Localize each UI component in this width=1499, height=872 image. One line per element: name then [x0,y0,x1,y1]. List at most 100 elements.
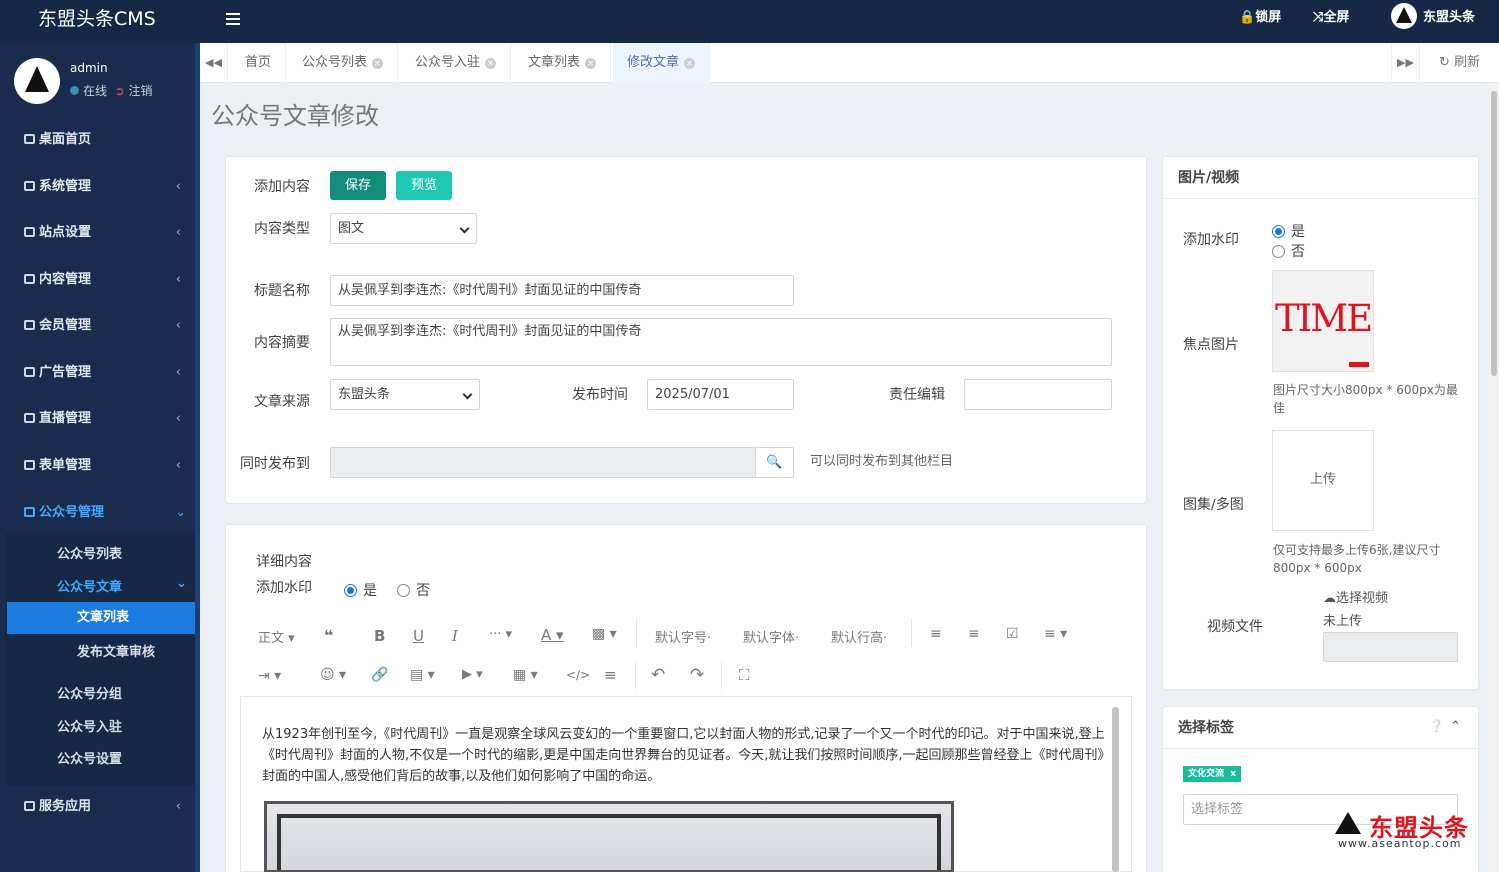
cloud-upload-icon: ☁ [1323,591,1336,606]
focus-image-thumbnail[interactable]: TIME [1272,270,1374,372]
sidebar-sub-account-join[interactable]: 公众号入驻 [57,716,122,735]
editor-scrollbar[interactable] [1112,707,1119,872]
summary-textarea[interactable]: 从吴佩孚到李连杰:《时代周刊》封面见证的中国传奇 [330,318,1112,366]
line-height-dropdown[interactable]: 默认行高· [831,627,887,646]
collapse-icon[interactable]: ⌃ [1450,719,1461,734]
fullscreen-button[interactable]: ⤨全屏 [1313,0,1349,43]
fullscreen-icon[interactable]: ⛶ [739,666,750,684]
todo-list-icon[interactable]: ☑ [1006,626,1019,642]
more-icon[interactable]: ··· ▾ [489,627,512,642]
sidebar-sub-account-articles[interactable]: 公众号文章 [57,576,122,595]
sidebar-item-members[interactable]: 会员管理 ‹ [0,313,195,339]
watermark-no-radio[interactable]: 否 [397,580,430,600]
title-label: 标题名称 [254,283,310,299]
tab-account-join[interactable]: 公众号入驻 ✕ [401,43,512,83]
undo-icon[interactable]: ↶ [651,665,665,685]
sidebar-item-content[interactable]: 内容管理 ‹ [0,267,195,293]
app-title[interactable]: 东盟头条CMS [0,0,200,43]
sidebar-item-forms[interactable]: 表单管理 ‹ [0,453,195,479]
sidebar-toggle-icon[interactable] [226,10,240,30]
underline-icon[interactable]: U [413,627,424,645]
video-camera-icon [24,413,35,423]
source-select[interactable]: 东盟头条 [330,379,480,410]
sidebar-sub-account-groups[interactable]: 公众号分组 [57,683,122,702]
bold-icon[interactable]: B [374,627,385,645]
emoji-icon[interactable]: ☺ ▾ [320,667,346,683]
media-watermark-no-radio[interactable]: 否 [1272,241,1305,261]
sidebar-sub-account-settings[interactable]: 公众号设置 [57,748,122,767]
tab-article-list[interactable]: 文章列表 ✕ [514,43,612,83]
sidebar-item-live[interactable]: 直播管理 ‹ [0,406,195,432]
publish-to-input[interactable] [330,447,756,478]
close-icon[interactable]: ✕ [585,58,597,69]
help-icon[interactable]: ❔ [1429,719,1444,733]
tab-account-list[interactable]: 公众号列表 ✕ [288,43,399,83]
tab-scroll-left-icon[interactable]: ◀◀ [200,43,228,83]
link-icon[interactable]: 🔗 [371,667,388,683]
italic-icon[interactable]: I [452,627,458,645]
media-watermark-label: 添加水印 [1183,232,1239,248]
tab-scroll-right-icon[interactable]: ▶▶ [1391,43,1419,83]
font-color-icon[interactable]: A ▾ [541,626,564,644]
sidebar-item-services[interactable]: 服务应用 ‹ [0,794,195,820]
logout-link[interactable]: 注销 [129,84,153,98]
page-scrollbar[interactable] [1489,83,1499,872]
publish-time-input[interactable]: 2025/07/01 [647,379,794,410]
chevron-left-icon: ‹ [175,225,181,240]
editor-body-text[interactable]: 从1923年创刊至今,《时代周刊》一直是观察全球风云变幻的一个重要窗口,它以封面… [262,724,1112,787]
close-icon[interactable]: ✕ [372,58,384,69]
list-icon [24,801,35,811]
rich-text-editor[interactable]: 从1923年创刊至今,《时代周刊》一直是观察全球风云变幻的一个重要窗口,它以封面… [240,696,1132,872]
preview-button[interactable]: 预览 [396,171,453,200]
sidebar-sub-article-list[interactable]: 文章列表 [7,602,195,634]
font-family-dropdown[interactable]: 默认字体· [743,627,799,646]
sidebar-item-official-accounts[interactable]: 公众号管理 ⌄ [5,500,200,526]
indent-dropdown-icon[interactable]: ⇥ ▾ [258,668,281,684]
title-input[interactable]: 从吴佩孚到李连杰:《时代周刊》封面见证的中国传奇 [330,275,794,306]
tag-chip[interactable]: 文化交流 x [1183,766,1242,782]
user-menu[interactable]: 东盟头条 [1391,0,1475,43]
lock-screen-button[interactable]: 🔒锁屏 [1239,0,1281,43]
font-size-dropdown[interactable]: 默认字号· [655,627,711,646]
save-button[interactable]: 保存 [330,171,387,200]
chevron-left-icon: ‹ [175,799,181,814]
background-color-icon[interactable]: ▩ ▾ [592,626,617,642]
tab-home[interactable]: 首页 [231,43,287,83]
sidebar-item-site[interactable]: 站点设置 ‹ [0,220,195,246]
gallery-upload-button[interactable]: 上传 [1272,430,1374,531]
table-icon[interactable]: ▦ ▾ [513,667,538,683]
video-file-input[interactable] [1323,632,1458,662]
align-dropdown-icon[interactable]: ≡ ▾ [1044,626,1067,642]
close-icon[interactable]: ✕ [485,58,497,69]
numbered-list-icon[interactable]: ≡ [968,626,980,642]
logout-icon[interactable]: ➲ [115,84,125,98]
quote-icon[interactable]: ❝ [324,626,333,645]
image-icon[interactable]: ▤ ▾ [410,667,435,683]
radio-checked-icon [344,584,357,597]
bullhorn-icon [24,367,35,377]
sidebar-sub-account-list[interactable]: 公众号列表 [57,543,122,562]
redo-icon[interactable]: ↷ [690,665,704,685]
watermark-yes-radio[interactable]: 是 [344,580,377,600]
paragraph-format-dropdown[interactable]: 正文 ▾ [258,627,295,646]
content-type-select[interactable]: 图文 [330,213,477,244]
divider-icon[interactable]: ≡ [604,666,617,684]
choose-video-button[interactable]: ☁选择视频 [1323,590,1388,608]
refresh-button[interactable]: ↻ 刷新 [1419,43,1499,83]
media-watermark-yes-radio[interactable]: 是 [1272,221,1305,241]
edit-icon [24,274,35,284]
tab-edit-article[interactable]: 修改文章 ✕ [613,43,711,83]
close-icon[interactable]: ✕ [684,58,696,69]
code-icon[interactable]: </> [566,668,590,682]
search-button[interactable]: 🔍 [755,447,794,478]
sidebar-sub-article-review[interactable]: 发布文章审核 [77,641,155,660]
close-icon[interactable]: x [1230,769,1236,779]
sidebar-item-system[interactable]: 系统管理 ‹ [0,174,195,200]
database-icon [24,507,35,517]
bulleted-list-icon[interactable]: ≡ [930,626,942,642]
sidebar-item-dashboard[interactable]: 桌面首页 [0,127,195,153]
editor-input[interactable] [964,379,1112,410]
video-icon[interactable]: ▶ ▾ [462,667,483,682]
sidebar-item-ads[interactable]: 广告管理 ‹ [0,360,195,386]
article-image[interactable] [264,801,954,872]
